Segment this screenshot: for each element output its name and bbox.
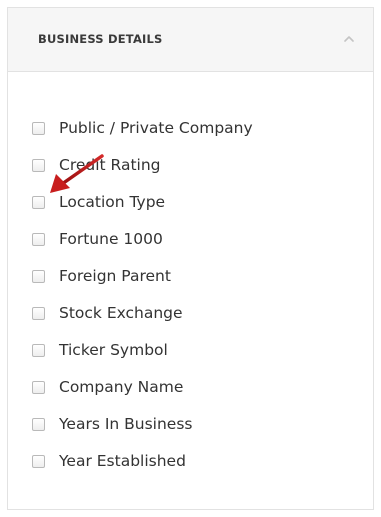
option-location-type[interactable]: Location Type bbox=[32, 184, 253, 221]
business-details-options: Public / Private Company Credit Rating L… bbox=[32, 110, 253, 480]
panel-header[interactable]: BUSINESS DETAILS bbox=[8, 8, 373, 72]
checkbox[interactable] bbox=[32, 270, 45, 283]
option-label: Years In Business bbox=[59, 414, 193, 433]
option-company-name[interactable]: Company Name bbox=[32, 369, 253, 406]
checkbox[interactable] bbox=[32, 159, 45, 172]
option-label: Ticker Symbol bbox=[59, 340, 168, 359]
option-label: Fortune 1000 bbox=[59, 229, 163, 248]
checkbox[interactable] bbox=[32, 455, 45, 468]
option-label: Public / Private Company bbox=[59, 118, 253, 137]
option-label: Company Name bbox=[59, 377, 184, 396]
checkbox[interactable] bbox=[32, 418, 45, 431]
checkbox[interactable] bbox=[32, 122, 45, 135]
option-label: Credit Rating bbox=[59, 155, 161, 174]
option-label: Stock Exchange bbox=[59, 303, 183, 322]
option-label: Location Type bbox=[59, 192, 166, 211]
option-credit-rating[interactable]: Credit Rating bbox=[32, 147, 253, 184]
option-stock-exchange[interactable]: Stock Exchange bbox=[32, 295, 253, 332]
option-foreign-parent[interactable]: Foreign Parent bbox=[32, 258, 253, 295]
checkbox[interactable] bbox=[32, 381, 45, 394]
option-label: Foreign Parent bbox=[59, 266, 171, 285]
option-label: Year Established bbox=[59, 451, 186, 470]
chevron-up-icon[interactable] bbox=[343, 34, 355, 44]
panel-title: BUSINESS DETAILS bbox=[38, 32, 163, 46]
option-years-in-business[interactable]: Years In Business bbox=[32, 406, 253, 443]
option-fortune-1000[interactable]: Fortune 1000 bbox=[32, 221, 253, 258]
option-public-private-company[interactable]: Public / Private Company bbox=[32, 110, 253, 147]
checkbox[interactable] bbox=[32, 196, 45, 209]
checkbox[interactable] bbox=[32, 233, 45, 246]
option-year-established[interactable]: Year Established bbox=[32, 443, 253, 480]
checkbox[interactable] bbox=[32, 307, 45, 320]
option-ticker-symbol[interactable]: Ticker Symbol bbox=[32, 332, 253, 369]
checkbox[interactable] bbox=[32, 344, 45, 357]
